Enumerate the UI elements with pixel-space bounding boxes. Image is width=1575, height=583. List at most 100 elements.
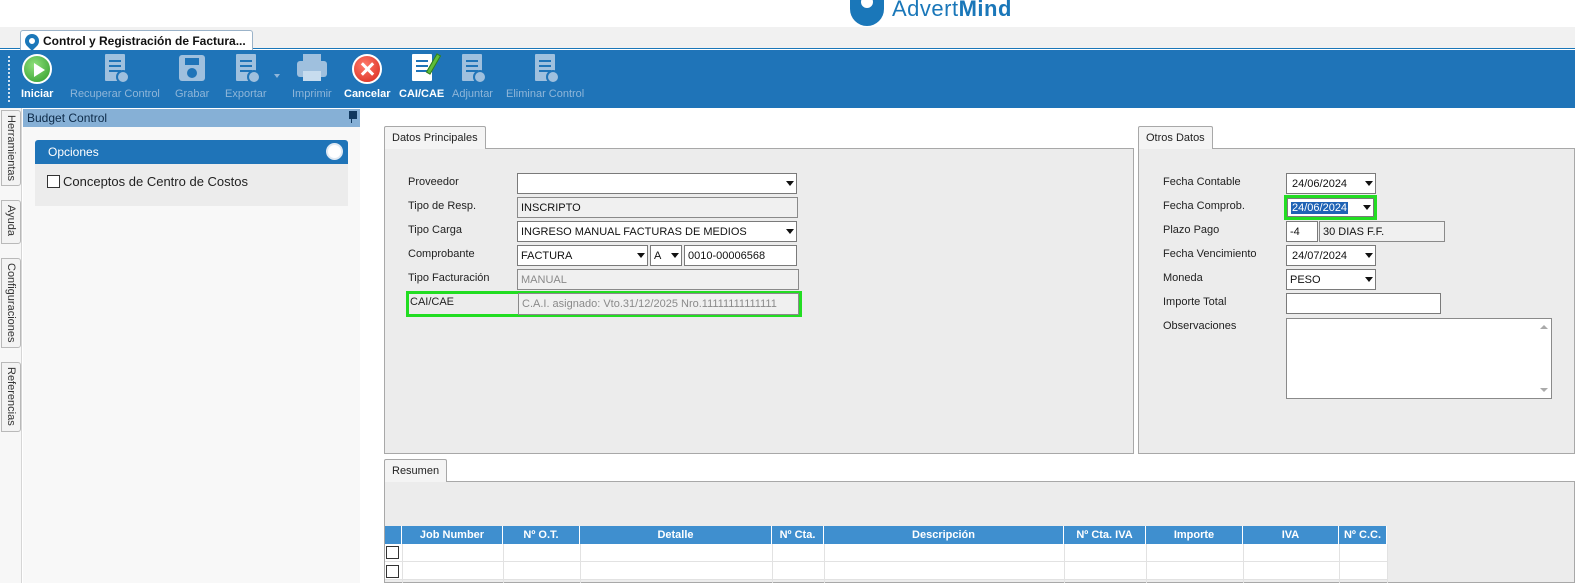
- chevron-down-icon: [786, 181, 794, 186]
- pin-icon[interactable]: [347, 111, 357, 123]
- column-header-nro-cta-iva[interactable]: Nº Cta. IVA: [1064, 526, 1146, 544]
- column-header-nro-cc[interactable]: Nº C.C.: [1339, 526, 1387, 544]
- recuperar-control-button[interactable]: Recuperar Control: [70, 53, 160, 100]
- comprobante-tipo-select[interactable]: FACTURA: [517, 245, 648, 266]
- fecha-vencimiento-picker[interactable]: 24/07/2024: [1286, 245, 1376, 266]
- scroll-down-icon[interactable]: [1540, 388, 1548, 392]
- tipo-resp-label: Tipo de Resp.: [408, 200, 477, 212]
- chevron-down-icon: [671, 253, 679, 258]
- column-divider: [402, 544, 403, 583]
- observaciones-textarea[interactable]: [1286, 318, 1552, 399]
- cancelar-button[interactable]: Cancelar: [344, 53, 390, 100]
- moneda-label: Moneda: [1163, 272, 1203, 284]
- exportar-button[interactable]: Exportar: [225, 53, 267, 100]
- column-header-importe[interactable]: Importe: [1146, 526, 1243, 544]
- row-select-checkbox[interactable]: [386, 565, 399, 578]
- comprobante-numero-input[interactable]: 0010-00006568: [684, 245, 797, 266]
- column-divider: [1064, 544, 1065, 583]
- fecha-contable-picker[interactable]: 24/06/2024: [1286, 173, 1376, 194]
- importe-total-label: Importe Total: [1163, 296, 1227, 308]
- column-divider: [1339, 544, 1340, 583]
- plazo-pago-description-field[interactable]: 30 DIAS F.F.: [1319, 221, 1445, 242]
- grid-select-column-header: [385, 526, 402, 544]
- play-icon: [21, 53, 53, 85]
- fecha-vencimiento-label: Fecha Vencimiento: [1163, 248, 1257, 260]
- tipo-resp-field[interactable]: INSCRIPTO: [517, 197, 798, 218]
- fecha-comprob-picker[interactable]: 24/06/2024: [1287, 198, 1374, 217]
- importe-total-input[interactable]: [1286, 293, 1441, 314]
- document-pen-icon: [406, 53, 441, 85]
- column-divider: [824, 544, 825, 583]
- tipo-facturacion-field[interactable]: MANUAL: [517, 269, 799, 290]
- side-tab-ayuda[interactable]: Ayuda: [1, 200, 21, 244]
- column-divider: [1387, 544, 1388, 583]
- table-row[interactable]: [385, 562, 1387, 580]
- observaciones-label: Observaciones: [1163, 320, 1237, 332]
- budget-control-header: Budget Control: [23, 109, 360, 127]
- chevron-down-icon: [786, 229, 794, 234]
- chevron-down-icon: [1365, 277, 1373, 282]
- plazo-pago-label: Plazo Pago: [1163, 224, 1220, 236]
- printer-icon: [296, 53, 328, 85]
- cai-cae-field[interactable]: C.A.I. asignado: Vto.31/12/2025 Nro.1111…: [518, 293, 799, 315]
- export-document-icon: [230, 53, 262, 85]
- column-divider: [772, 544, 773, 583]
- column-header-iva[interactable]: IVA: [1243, 526, 1339, 544]
- column-header-nro-ot[interactable]: Nº O.T.: [503, 526, 580, 544]
- opciones-section-header[interactable]: Opciones: [35, 140, 348, 164]
- iniciar-button[interactable]: Iniciar: [21, 53, 53, 100]
- column-header-nro-cta[interactable]: Nº Cta.: [772, 526, 824, 544]
- collapse-icon[interactable]: [326, 143, 343, 160]
- tab-datos-principales[interactable]: Datos Principales: [384, 126, 486, 149]
- side-tab-herramientas[interactable]: Herramientas: [1, 110, 21, 186]
- cai-cae-button[interactable]: CAI/CAE: [399, 53, 444, 100]
- conceptos-centro-costos-checkbox[interactable]: [47, 175, 60, 188]
- plazo-pago-days-input[interactable]: -4: [1286, 221, 1318, 242]
- conceptos-centro-costos-label: Conceptos de Centro de Costos: [63, 174, 248, 189]
- scroll-up-icon[interactable]: [1540, 325, 1548, 329]
- attach-document-icon: [456, 53, 488, 85]
- eliminar-control-button[interactable]: Eliminar Control: [506, 53, 584, 100]
- proveedor-select[interactable]: [517, 173, 797, 194]
- tab-otros-datos[interactable]: Otros Datos: [1138, 126, 1213, 149]
- column-divider: [1146, 544, 1147, 583]
- row-select-checkbox[interactable]: [386, 546, 399, 559]
- chevron-down-icon: [1365, 181, 1373, 186]
- delete-document-icon: [529, 53, 561, 85]
- comprobante-label: Comprobante: [408, 248, 475, 260]
- app-pin-icon: [22, 30, 42, 51]
- chevron-down-icon: [1365, 253, 1373, 258]
- app-logo: AdvertMind: [850, 0, 1012, 26]
- toolbar-grip[interactable]: [8, 56, 11, 102]
- column-divider: [1243, 544, 1244, 583]
- logo-text: AdvertMind: [892, 0, 1012, 21]
- cai-cae-label: CAI/CAE: [410, 296, 455, 308]
- document-tab-title: Control y Registración de Factura...: [43, 33, 246, 48]
- tipo-facturacion-label: Tipo Facturación: [408, 272, 490, 284]
- recover-document-icon: [99, 53, 131, 85]
- column-divider: [503, 544, 504, 583]
- save-icon: [176, 53, 208, 85]
- chevron-down-icon: [1363, 205, 1371, 210]
- cancel-icon: [351, 53, 383, 85]
- column-header-descripcion[interactable]: Descripción: [824, 526, 1064, 544]
- document-tab[interactable]: Control y Registración de Factura...: [20, 30, 253, 51]
- imprimir-button[interactable]: Imprimir: [292, 53, 332, 100]
- logo-mark-icon: [850, 0, 884, 26]
- table-row[interactable]: [385, 544, 1387, 562]
- column-header-detalle[interactable]: Detalle: [580, 526, 772, 544]
- column-header-job-number[interactable]: Job Number: [402, 526, 503, 544]
- comprobante-letra-select[interactable]: A: [650, 245, 682, 266]
- chevron-down-icon: [637, 253, 645, 258]
- side-tab-configuraciones[interactable]: Configuraciones: [1, 258, 21, 348]
- column-divider: [580, 544, 581, 583]
- exportar-dropdown-arrow-icon[interactable]: [274, 74, 280, 78]
- tab-resumen[interactable]: Resumen: [384, 459, 448, 482]
- proveedor-label: Proveedor: [408, 176, 459, 188]
- moneda-select[interactable]: PESO: [1286, 269, 1376, 290]
- fecha-contable-label: Fecha Contable: [1163, 176, 1241, 188]
- side-tab-referencias[interactable]: Referencias: [1, 362, 21, 432]
- grabar-button[interactable]: Grabar: [175, 53, 209, 100]
- tipo-carga-select[interactable]: INGRESO MANUAL FACTURAS DE MEDIOS: [517, 221, 797, 242]
- adjuntar-button[interactable]: Adjuntar: [452, 53, 493, 100]
